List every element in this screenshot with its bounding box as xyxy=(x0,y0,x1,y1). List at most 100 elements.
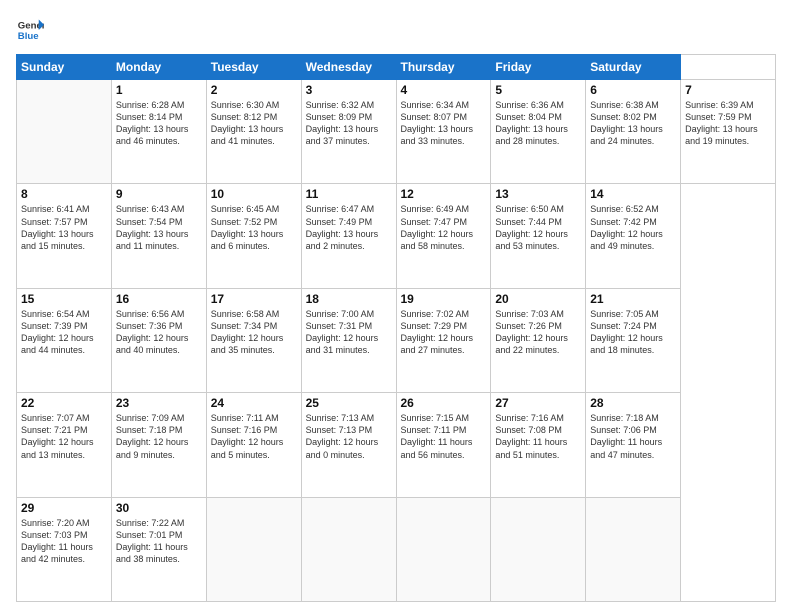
table-row: 22 Sunrise: 7:07 AMSunset: 7:21 PMDayligh… xyxy=(17,393,112,497)
day-number: 20 xyxy=(495,292,581,306)
week-row-2: 15 Sunrise: 6:54 AMSunset: 7:39 PMDayligh… xyxy=(17,288,776,392)
cell-info: Sunrise: 6:47 AMSunset: 7:49 PMDaylight:… xyxy=(306,203,392,252)
day-number: 24 xyxy=(211,396,297,410)
cell-info: Sunrise: 6:38 AMSunset: 8:02 PMDaylight:… xyxy=(590,99,676,148)
table-row: 23 Sunrise: 7:09 AMSunset: 7:18 PMDayligh… xyxy=(111,393,206,497)
cell-info: Sunrise: 7:15 AMSunset: 7:11 PMDaylight:… xyxy=(401,412,487,461)
table-row: 13Sunrise: 6:50 AMSunset: 7:44 PMDayligh… xyxy=(491,184,586,288)
col-header-sunday: Sunday xyxy=(17,55,112,80)
table-row: 28 Sunrise: 7:18 AMSunset: 7:06 PMDayligh… xyxy=(586,393,681,497)
day-number: 10 xyxy=(211,187,297,201)
table-row: 10Sunrise: 6:45 AMSunset: 7:52 PMDayligh… xyxy=(206,184,301,288)
day-number: 15 xyxy=(21,292,107,306)
cell-info: Sunrise: 7:09 AMSunset: 7:18 PMDaylight:… xyxy=(116,412,202,461)
day-number: 7 xyxy=(685,83,771,97)
table-row: 20 Sunrise: 7:03 AMSunset: 7:26 PMDayligh… xyxy=(491,288,586,392)
week-row-0: 1 Sunrise: 6:28 AMSunset: 8:14 PMDaylight… xyxy=(17,80,776,184)
cell-info: Sunrise: 6:39 AMSunset: 7:59 PMDaylight:… xyxy=(685,99,771,148)
week-row-1: 8 Sunrise: 6:41 AMSunset: 7:57 PMDaylight… xyxy=(17,184,776,288)
table-row: 26 Sunrise: 7:15 AMSunset: 7:11 PMDayligh… xyxy=(396,393,491,497)
day-number: 29 xyxy=(21,501,107,515)
col-header-wednesday: Wednesday xyxy=(301,55,396,80)
table-row: 16Sunrise: 6:56 AMSunset: 7:36 PMDayligh… xyxy=(111,288,206,392)
day-number: 27 xyxy=(495,396,581,410)
table-row xyxy=(206,497,301,601)
table-row: 12 Sunrise: 6:49 AMSunset: 7:47 PMDayligh… xyxy=(396,184,491,288)
table-row: 2 Sunrise: 6:30 AMSunset: 8:12 PMDaylight… xyxy=(206,80,301,184)
week-row-4: 29 Sunrise: 7:20 AMSunset: 7:03 PMDayligh… xyxy=(17,497,776,601)
cell-info: Sunrise: 7:05 AMSunset: 7:24 PMDaylight:… xyxy=(590,308,676,357)
cell-info: Sunrise: 6:36 AMSunset: 8:04 PMDaylight:… xyxy=(495,99,581,148)
table-row: 21Sunrise: 7:05 AMSunset: 7:24 PMDayligh… xyxy=(586,288,681,392)
cell-info: Sunrise: 6:54 AMSunset: 7:39 PMDaylight:… xyxy=(21,308,107,357)
table-row: 7 Sunrise: 6:39 AMSunset: 7:59 PMDaylight… xyxy=(681,80,776,184)
cell-info: Sunrise: 7:22 AMSunset: 7:01 PMDaylight:… xyxy=(116,517,202,566)
table-row: 3Sunrise: 6:32 AMSunset: 8:09 PMDaylight… xyxy=(301,80,396,184)
day-number: 28 xyxy=(590,396,676,410)
day-number: 2 xyxy=(211,83,297,97)
day-number: 17 xyxy=(211,292,297,306)
table-row: 5 Sunrise: 6:36 AMSunset: 8:04 PMDaylight… xyxy=(491,80,586,184)
table-row: 9 Sunrise: 6:43 AMSunset: 7:54 PMDaylight… xyxy=(111,184,206,288)
cell-info: Sunrise: 7:07 AMSunset: 7:21 PMDaylight:… xyxy=(21,412,107,461)
table-row xyxy=(301,497,396,601)
logo: General Blue xyxy=(16,16,44,44)
cell-info: Sunrise: 7:16 AMSunset: 7:08 PMDaylight:… xyxy=(495,412,581,461)
cell-info: Sunrise: 7:11 AMSunset: 7:16 PMDaylight:… xyxy=(211,412,297,461)
cell-info: Sunrise: 6:32 AMSunset: 8:09 PMDaylight:… xyxy=(306,99,392,148)
table-row: 24 Sunrise: 7:11 AMSunset: 7:16 PMDayligh… xyxy=(206,393,301,497)
cell-info: Sunrise: 6:30 AMSunset: 8:12 PMDaylight:… xyxy=(211,99,297,148)
day-number: 1 xyxy=(116,83,202,97)
cell-info: Sunrise: 6:58 AMSunset: 7:34 PMDaylight:… xyxy=(211,308,297,357)
cell-info: Sunrise: 7:18 AMSunset: 7:06 PMDaylight:… xyxy=(590,412,676,461)
table-row: 30Sunrise: 7:22 AMSunset: 7:01 PMDayligh… xyxy=(111,497,206,601)
col-header-thursday: Thursday xyxy=(396,55,491,80)
table-row: 18 Sunrise: 7:00 AMSunset: 7:31 PMDayligh… xyxy=(301,288,396,392)
table-row xyxy=(396,497,491,601)
cell-info: Sunrise: 6:49 AMSunset: 7:47 PMDaylight:… xyxy=(401,203,487,252)
svg-text:Blue: Blue xyxy=(18,31,39,42)
cell-info: Sunrise: 6:41 AMSunset: 7:57 PMDaylight:… xyxy=(21,203,107,252)
day-number: 14 xyxy=(590,187,676,201)
col-header-saturday: Saturday xyxy=(586,55,681,80)
cell-info: Sunrise: 6:56 AMSunset: 7:36 PMDaylight:… xyxy=(116,308,202,357)
day-number: 22 xyxy=(21,396,107,410)
col-header-tuesday: Tuesday xyxy=(206,55,301,80)
day-number: 18 xyxy=(306,292,392,306)
cell-info: Sunrise: 7:02 AMSunset: 7:29 PMDaylight:… xyxy=(401,308,487,357)
table-row: 25Sunrise: 7:13 AMSunset: 7:13 PMDayligh… xyxy=(301,393,396,497)
day-number: 8 xyxy=(21,187,107,201)
week-row-3: 22 Sunrise: 7:07 AMSunset: 7:21 PMDayligh… xyxy=(17,393,776,497)
cell-info: Sunrise: 6:52 AMSunset: 7:42 PMDaylight:… xyxy=(590,203,676,252)
day-number: 11 xyxy=(306,187,392,201)
cell-info: Sunrise: 6:43 AMSunset: 7:54 PMDaylight:… xyxy=(116,203,202,252)
table-row: 11 Sunrise: 6:47 AMSunset: 7:49 PMDayligh… xyxy=(301,184,396,288)
day-number: 26 xyxy=(401,396,487,410)
day-number: 5 xyxy=(495,83,581,97)
table-row xyxy=(586,497,681,601)
day-number: 19 xyxy=(401,292,487,306)
day-number: 23 xyxy=(116,396,202,410)
table-row: 27 Sunrise: 7:16 AMSunset: 7:08 PMDayligh… xyxy=(491,393,586,497)
col-header-friday: Friday xyxy=(491,55,586,80)
day-number: 4 xyxy=(401,83,487,97)
calendar-table: SundayMondayTuesdayWednesdayThursdayFrid… xyxy=(16,54,776,602)
day-number: 9 xyxy=(116,187,202,201)
table-row xyxy=(491,497,586,601)
empty-cell xyxy=(17,80,112,184)
day-number: 13 xyxy=(495,187,581,201)
logo-icon: General Blue xyxy=(16,16,44,44)
table-row: 19 Sunrise: 7:02 AMSunset: 7:29 PMDayligh… xyxy=(396,288,491,392)
day-number: 12 xyxy=(401,187,487,201)
header: General Blue xyxy=(16,16,776,44)
cell-info: Sunrise: 7:20 AMSunset: 7:03 PMDaylight:… xyxy=(21,517,107,566)
col-header-monday: Monday xyxy=(111,55,206,80)
table-row: 15 Sunrise: 6:54 AMSunset: 7:39 PMDayligh… xyxy=(17,288,112,392)
cell-info: Sunrise: 7:03 AMSunset: 7:26 PMDaylight:… xyxy=(495,308,581,357)
cell-info: Sunrise: 7:00 AMSunset: 7:31 PMDaylight:… xyxy=(306,308,392,357)
day-number: 6 xyxy=(590,83,676,97)
table-row: 17 Sunrise: 6:58 AMSunset: 7:34 PMDayligh… xyxy=(206,288,301,392)
cell-info: Sunrise: 6:34 AMSunset: 8:07 PMDaylight:… xyxy=(401,99,487,148)
table-row: 6 Sunrise: 6:38 AMSunset: 8:02 PMDaylight… xyxy=(586,80,681,184)
cell-info: Sunrise: 6:28 AMSunset: 8:14 PMDaylight:… xyxy=(116,99,202,148)
